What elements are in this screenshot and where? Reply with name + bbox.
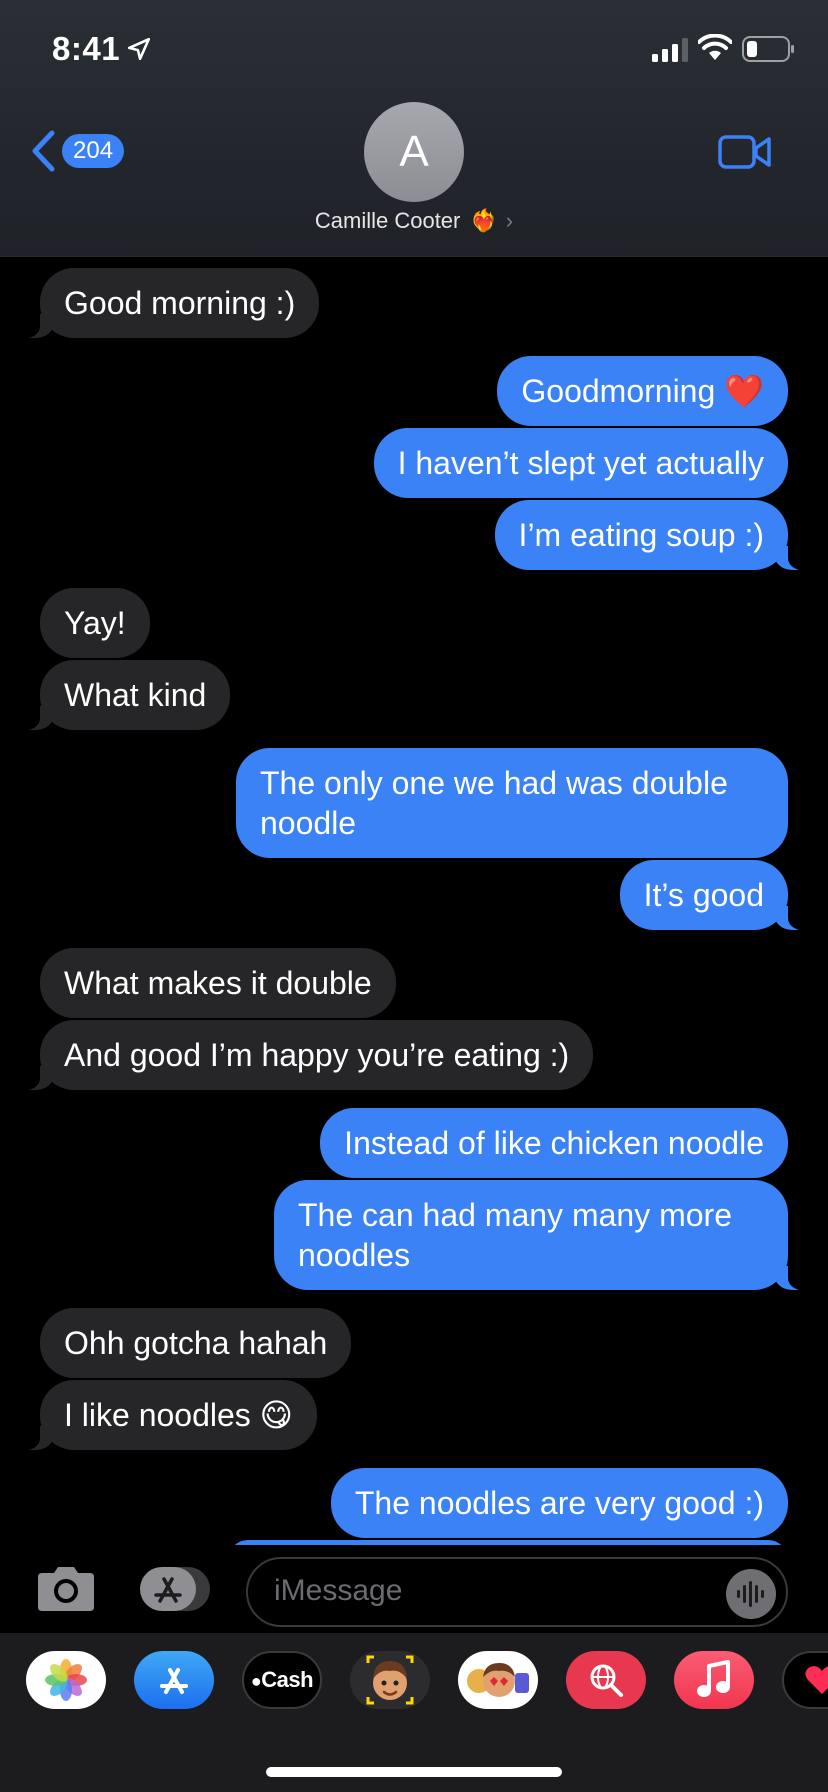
outgoing-message[interactable]: The noodles are very good :) [330,1468,788,1538]
globe-search-icon [590,1664,623,1697]
home-indicator[interactable] [266,1767,562,1777]
app-drawer: ●Cash [0,1633,828,1792]
audio-waveform-icon[interactable] [726,1569,776,1619]
apple-cash-icon: ●Cash [250,1667,314,1692]
app-store-drawer-icon[interactable] [138,1565,212,1613]
outgoing-message[interactable]: I’m eating soup :) [494,500,811,570]
outgoing-message[interactable]: Goodmorning ❤️ [497,356,788,426]
message-thread[interactable]: Good morning :) Goodmorning ❤️ I haven’t… [0,257,828,1545]
contact-name: Camille Cooter [314,208,461,233]
image-search-app[interactable] [566,1651,646,1709]
contact-name-row[interactable]: Camille Cooter ❤️‍🔥 › [0,208,828,234]
conversation-header: 8:41 204 A Camille Cooter ❤️‍🔥 › [0,0,828,257]
back-button[interactable]: 204 [30,127,125,175]
apple-cash-app[interactable]: ●Cash [242,1651,322,1709]
digital-touch-icon [805,1666,828,1694]
photos-icon [45,1659,87,1701]
music-icon [697,1660,730,1697]
outgoing-message[interactable]: Instead of like chicken noodle [320,1108,788,1178]
incoming-message[interactable]: What kind [17,660,231,730]
incoming-message[interactable]: Ohh gotcha hahah [40,1308,352,1378]
memoji-app[interactable] [350,1651,430,1709]
chevron-left-icon [32,130,55,172]
photos-app[interactable] [26,1651,106,1709]
outgoing-message[interactable]: I haven’t slept yet actually [373,428,788,498]
app-store-app[interactable] [134,1651,214,1709]
heart-on-fire-icon: ❤️‍🔥 [470,208,498,233]
incoming-message[interactable]: Good morning :) [17,268,320,338]
location-arrow-icon [127,37,151,61]
video-call-icon[interactable] [718,134,772,170]
outgoing-message[interactable]: The only one we had was double noodle [236,748,788,858]
outgoing-message[interactable]: The can had many many more noodles [274,1180,810,1290]
status-time: 8:41 [52,30,121,67]
memoji-icon [366,1655,414,1705]
cellular-signal-icon [652,38,688,62]
app-store-icon [160,1668,188,1694]
unread-count-badge: 204 [62,134,125,168]
contact-avatar[interactable]: A [364,102,464,202]
memoji-stickers-icon [467,1663,529,1697]
chevron-right-icon: › [505,208,514,233]
message-placeholder: iMessage [274,1574,403,1607]
wifi-icon [698,34,732,60]
message-input[interactable]: iMessage [246,1557,788,1627]
composer-bar: iMessage [0,1545,828,1633]
incoming-message[interactable]: What makes it double [40,948,396,1018]
music-app[interactable] [674,1651,754,1709]
incoming-message[interactable]: And good I’m happy you’re eating :) [17,1020,594,1090]
outgoing-message[interactable]: It’s good [619,860,811,930]
battery-icon [742,36,794,62]
incoming-message[interactable]: Yay! [40,588,150,658]
incoming-message[interactable]: I like noodles 😋 [17,1380,318,1450]
camera-icon[interactable] [36,1565,96,1613]
digital-touch-app[interactable] [782,1651,828,1709]
memoji-stickers-app[interactable] [458,1651,538,1709]
